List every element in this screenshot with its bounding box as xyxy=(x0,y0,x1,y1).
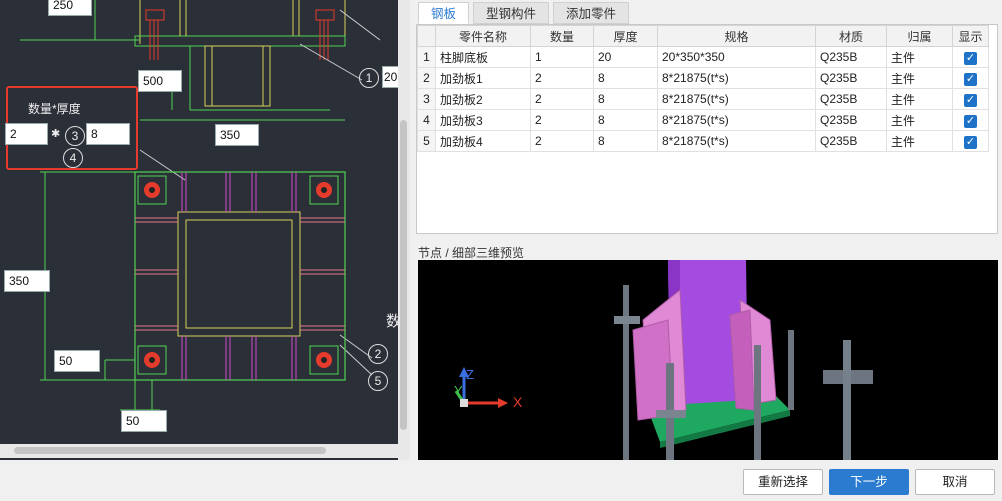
thickness-cell[interactable]: 8 xyxy=(593,88,658,110)
horizontal-scroll-thumb[interactable] xyxy=(14,447,326,454)
material-cell[interactable]: Q235B xyxy=(815,67,887,89)
callout-3: 3 xyxy=(65,126,85,146)
cad-drawing-canvas xyxy=(20,0,381,411)
callout-5: 5 xyxy=(368,371,388,391)
quantity-cell[interactable]: 2 xyxy=(530,130,594,152)
callout-4: 4 xyxy=(63,148,83,168)
material-cell[interactable]: Q235B xyxy=(815,130,887,152)
thickness-cell[interactable]: 8 xyxy=(593,130,658,152)
owner-cell[interactable]: 主件 xyxy=(886,46,953,68)
quantity-cell[interactable]: 1 xyxy=(530,46,594,68)
part-name-cell[interactable]: 加劲板2 xyxy=(435,88,531,110)
dimension-500[interactable]: 500 xyxy=(138,70,182,92)
show-cell[interactable]: ✓ xyxy=(952,109,989,131)
tab-steel-plate[interactable]: 钢板 xyxy=(418,2,470,24)
table-row[interactable]: 1 柱脚底板 1 20 20*350*350 Q235B 主件 ✓ xyxy=(417,46,989,68)
spec-cell[interactable]: 8*21875(t*s) xyxy=(657,88,816,110)
dimension-350-top[interactable]: 350 xyxy=(215,124,259,146)
show-cell[interactable]: ✓ xyxy=(952,67,989,89)
3d-preview-viewport[interactable]: X Z Y xyxy=(418,260,998,460)
preview-title: 节点 / 细部三维预览 xyxy=(418,246,525,260)
part-name-cell[interactable]: 加劲板4 xyxy=(435,130,531,152)
table-row[interactable]: 4 加劲板3 2 8 8*21875(t*s) Q235B 主件 ✓ xyxy=(417,109,989,131)
show-cell[interactable]: ✓ xyxy=(952,46,989,68)
row-number: 5 xyxy=(417,130,436,152)
col-part-name[interactable]: 零件名称 xyxy=(435,25,531,47)
quantity-cell[interactable]: 2 xyxy=(530,67,594,89)
tab-section-steel[interactable]: 型钢构件 xyxy=(473,2,550,24)
col-show[interactable]: 显示 xyxy=(952,25,989,47)
col-thickness[interactable]: 厚度 xyxy=(593,25,658,47)
row-number: 2 xyxy=(417,67,436,89)
vertical-scroll-thumb[interactable] xyxy=(400,120,407,430)
cad-drawing-view[interactable]: 250 500 350 350 50 50 20 数量*厚度 2 ✱ 3 8 4… xyxy=(0,0,410,460)
owner-cell[interactable]: 主件 xyxy=(886,109,953,131)
row-number: 1 xyxy=(417,46,436,68)
show-checkbox[interactable]: ✓ xyxy=(964,72,977,86)
multiply-icon: ✱ xyxy=(51,128,61,140)
spec-cell[interactable]: 8*21875(t*s) xyxy=(657,67,816,89)
owner-cell[interactable]: 主件 xyxy=(886,88,953,110)
owner-cell[interactable]: 主件 xyxy=(886,67,953,89)
dimension-350-left[interactable]: 350 xyxy=(4,270,50,292)
spec-cell[interactable]: 20*350*350 xyxy=(657,46,816,68)
quantity-cell[interactable]: 2 xyxy=(530,88,594,110)
col-quantity[interactable]: 数量 xyxy=(530,25,594,47)
row-number: 4 xyxy=(417,109,436,131)
show-checkbox[interactable]: ✓ xyxy=(964,114,977,128)
dimension-50-a[interactable]: 50 xyxy=(54,350,100,372)
thickness-input[interactable]: 8 xyxy=(86,123,130,145)
quantity-cell[interactable]: 2 xyxy=(530,109,594,131)
col-index xyxy=(417,25,436,47)
col-spec[interactable]: 规格 xyxy=(657,25,816,47)
row-number: 3 xyxy=(417,88,436,110)
parts-table: 零件名称 数量 厚度 规格 材质 归属 显示 1 柱脚底板 1 20 20*35… xyxy=(416,24,998,234)
axis-y-label: Y xyxy=(454,383,463,398)
material-cell[interactable]: Q235B xyxy=(815,109,887,131)
table-row[interactable]: 5 加劲板4 2 8 8*21875(t*s) Q235B 主件 ✓ xyxy=(417,130,989,152)
thickness-cell[interactable]: 20 xyxy=(593,46,658,68)
tab-add-part[interactable]: 添加零件 xyxy=(553,2,630,24)
table-row[interactable]: 3 加劲板2 2 8 8*21875(t*s) Q235B 主件 ✓ xyxy=(417,88,989,110)
part-name-cell[interactable]: 加劲板1 xyxy=(435,67,531,89)
thickness-cell[interactable]: 8 xyxy=(593,109,658,131)
material-cell[interactable]: Q235B xyxy=(815,88,887,110)
qty-thickness-label: 数量*厚度 xyxy=(28,102,81,116)
show-checkbox[interactable]: ✓ xyxy=(964,93,977,107)
part-type-tabs: 钢板 型钢构件 添加零件 xyxy=(418,2,633,24)
reselect-button[interactable]: 重新选择 xyxy=(743,469,823,495)
next-button[interactable]: 下一步 xyxy=(829,469,909,495)
axis-z-label: Z xyxy=(466,367,474,382)
dimension-250[interactable]: 250 xyxy=(48,0,92,16)
material-cell[interactable]: Q235B xyxy=(815,46,887,68)
thickness-cell[interactable]: 8 xyxy=(593,67,658,89)
owner-cell[interactable]: 主件 xyxy=(886,130,953,152)
axis-x-label: X xyxy=(513,394,523,410)
show-cell[interactable]: ✓ xyxy=(952,130,989,152)
table-row[interactable]: 2 加劲板1 2 8 8*21875(t*s) Q235B 主件 ✓ xyxy=(417,67,989,89)
spec-cell[interactable]: 8*21875(t*s) xyxy=(657,130,816,152)
bolt-hole-icon xyxy=(137,175,339,375)
part-name-cell[interactable]: 柱脚底板 xyxy=(435,46,531,68)
show-checkbox[interactable]: ✓ xyxy=(964,51,977,65)
table-header-row: 零件名称 数量 厚度 规格 材质 归属 显示 xyxy=(417,25,989,47)
qty-input[interactable]: 2 xyxy=(5,123,48,145)
part-name-cell[interactable]: 加劲板3 xyxy=(435,109,531,131)
show-checkbox[interactable]: ✓ xyxy=(964,135,977,149)
callout-2: 2 xyxy=(368,344,388,364)
spec-cell[interactable]: 8*21875(t*s) xyxy=(657,109,816,131)
show-cell[interactable]: ✓ xyxy=(952,88,989,110)
callout-1: 1 xyxy=(359,68,379,88)
col-material[interactable]: 材质 xyxy=(815,25,887,47)
col-owner[interactable]: 归属 xyxy=(886,25,953,47)
cancel-button[interactable]: 取消 xyxy=(915,469,995,495)
parts-panel: 钢板 型钢构件 添加零件 零件名称 数量 厚度 规格 材质 归属 显示 1 柱脚… xyxy=(414,0,1002,460)
dimension-50-b[interactable]: 50 xyxy=(121,410,167,432)
3d-model-render xyxy=(614,260,873,460)
